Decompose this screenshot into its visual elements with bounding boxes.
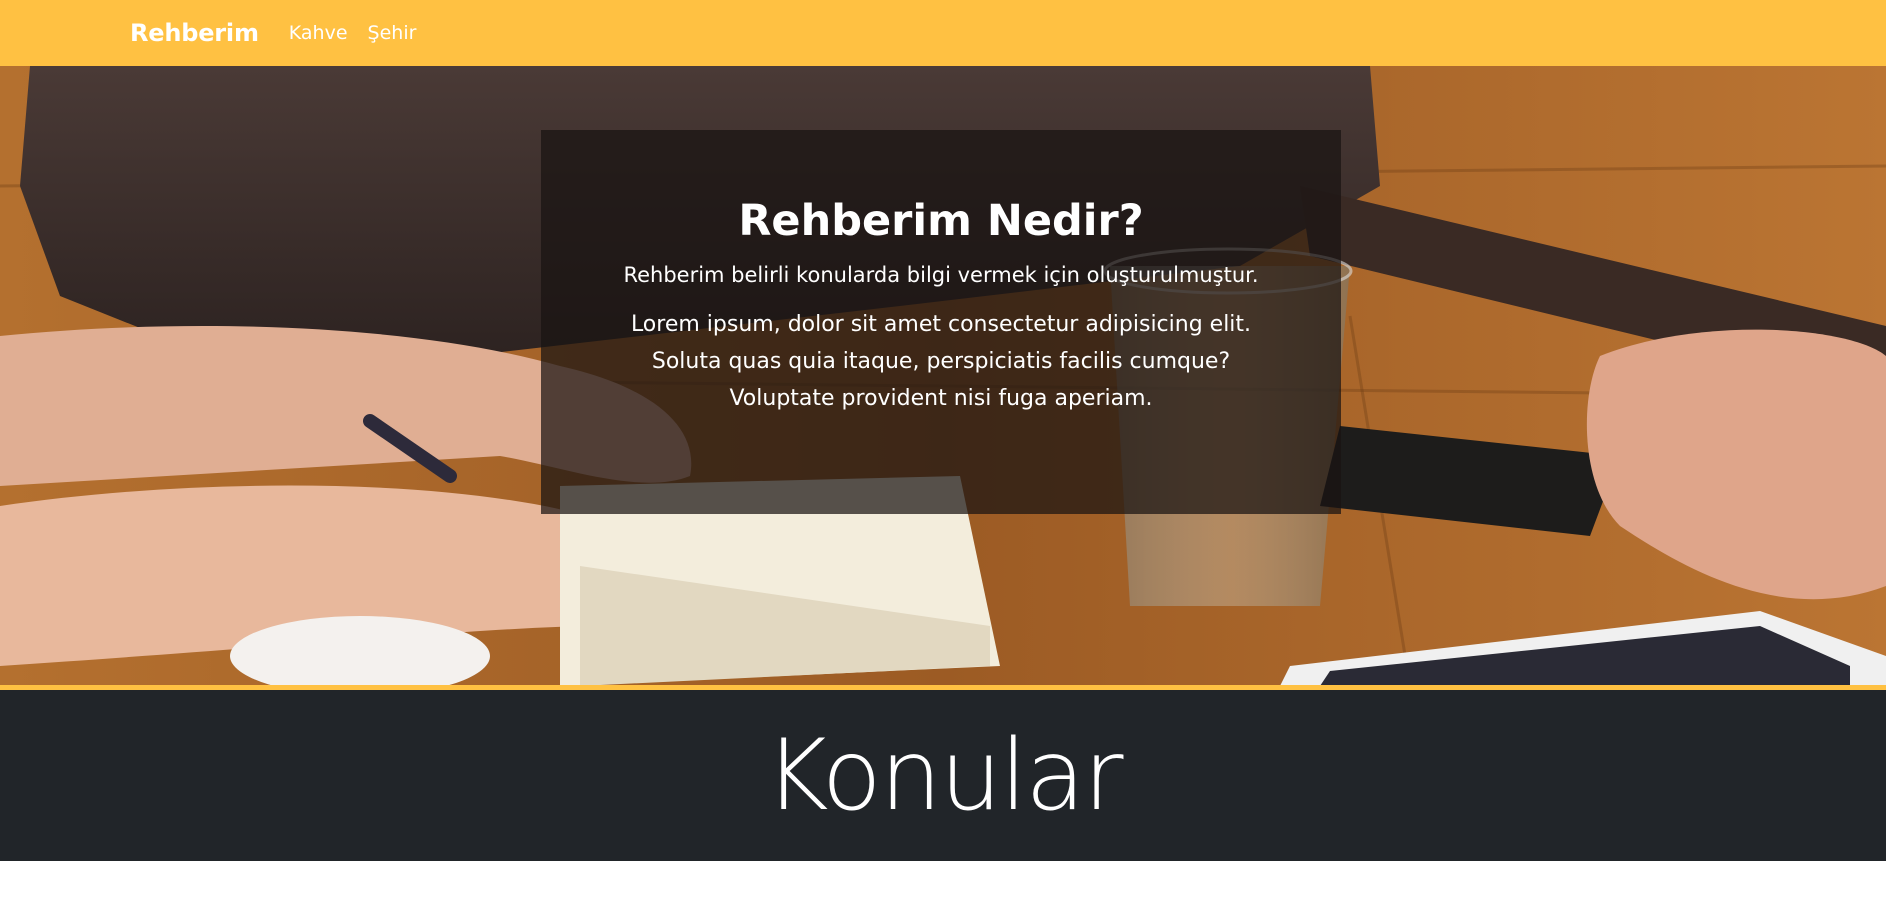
section-title: Konular xyxy=(764,718,1123,833)
hero-card: Rehberim Nedir? Rehberim belirli konular… xyxy=(541,130,1341,514)
topics-section: Konular xyxy=(0,690,1886,861)
brand-link[interactable]: Rehberim xyxy=(130,19,259,47)
hero-subtitle: Rehberim belirli konularda bilgi vermek … xyxy=(623,263,1259,287)
hero-title: Rehberim Nedir? xyxy=(738,196,1144,246)
hero-section: Rehberim Nedir? Rehberim belirli konular… xyxy=(0,66,1886,686)
top-navbar: Rehberim Kahve Şehir xyxy=(0,0,1886,66)
nav-link-kahve[interactable]: Kahve xyxy=(289,22,348,44)
nav-link-sehir[interactable]: Şehir xyxy=(368,22,417,44)
hero-body-text: Lorem ipsum, dolor sit amet consectetur … xyxy=(630,312,1252,411)
